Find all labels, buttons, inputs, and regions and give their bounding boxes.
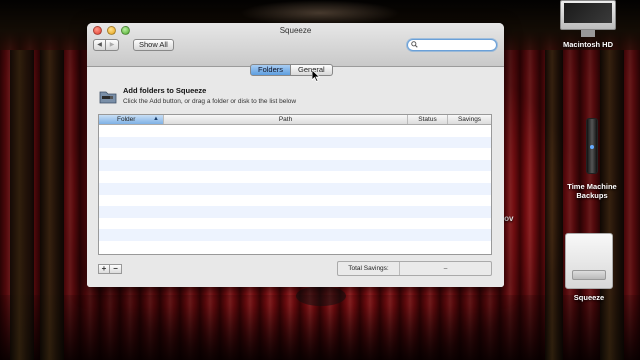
mouse-cursor-icon [312,70,320,82]
back-button[interactable]: ◀ [93,39,106,51]
time-machine-drive-icon [586,118,598,174]
total-savings-value: – [443,265,448,272]
empty-table-row [99,195,491,207]
empty-table-row [99,136,491,149]
desktop-icon-label: Squeeze [573,293,605,302]
desktop-icon-label: Macintosh HD [562,40,613,49]
tab-bar: Folders General [250,64,333,76]
disk-image-icon [565,233,613,289]
column-header-label: Folder [117,116,136,123]
table-header: Folder ▲ Path Status Savings [99,115,491,125]
empty-table-row [99,206,491,218]
desktop-icon-macintosh-hd[interactable]: Macintosh HD [553,0,623,49]
squeeze-preferences-window: Squeeze ◀ ▶ Show All Folders General Add… [87,23,504,287]
desktop-icon-label: Time Machine Backups [567,182,617,200]
empty-table-row [99,229,491,241]
empty-table-row [99,159,491,172]
show-all-button[interactable]: Show All [133,39,174,51]
total-savings-box: Total Savings: – [337,261,492,276]
add-remove-buttons: + − [98,264,122,274]
empty-table-row [99,125,491,137]
search-field[interactable] [407,39,497,51]
search-icon [411,41,418,48]
forward-button[interactable]: ▶ [106,39,119,51]
column-header-savings[interactable]: Savings [448,115,491,124]
pane-heading: Add folders to Squeeze [123,86,207,95]
imac-hd-icon [560,0,616,30]
empty-table-row [99,241,491,253]
add-folder-button[interactable]: + [98,264,110,274]
desktop-icon-time-machine[interactable]: Time Machine Backups [562,118,622,200]
column-header-folder[interactable]: Folder ▲ [99,115,164,124]
folders-table: Folder ▲ Path Status Savings [98,114,492,255]
nav-buttons: ◀ ▶ [93,39,119,51]
empty-table-row [99,171,491,183]
column-header-status[interactable]: Status [408,115,448,124]
sort-ascending-icon: ▲ [153,116,159,122]
empty-table-row [99,182,491,195]
empty-table-row [99,148,491,160]
desktop-icon-squeeze[interactable]: Squeeze [560,233,618,302]
preferences-pane: Add folders to Squeeze Click the Add but… [87,67,504,287]
tab-folders[interactable]: Folders [250,64,292,76]
window-toolbar: Squeeze ◀ ▶ Show All [87,23,504,67]
pane-instructions: Click the Add button, or drag a folder o… [123,98,297,105]
total-savings-label: Total Savings: [338,262,400,275]
remove-folder-button[interactable]: − [110,264,122,274]
empty-table-row [99,218,491,230]
column-header-path[interactable]: Path [164,115,408,124]
table-body[interactable] [99,125,491,253]
folder-icon [99,91,117,104]
imac-stand [581,30,595,37]
window-title: Squeeze [279,26,312,35]
